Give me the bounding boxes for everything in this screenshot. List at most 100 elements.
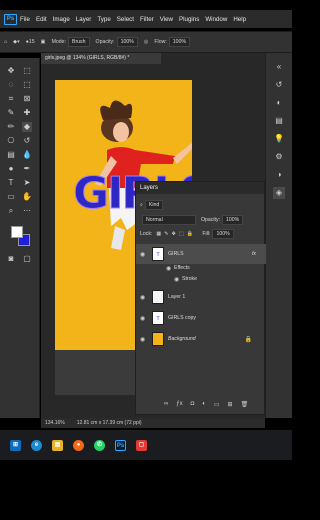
fill-input[interactable]: 100%: [212, 229, 234, 239]
filter-kind-select[interactable]: Kind: [144, 200, 164, 210]
stroke-effect-row[interactable]: ◉ Stroke: [136, 273, 266, 285]
menu-plugins[interactable]: Plugins: [179, 16, 199, 23]
edge-browser-icon[interactable]: e: [31, 439, 42, 451]
adjustment-layer-icon[interactable]: ◐: [202, 401, 206, 408]
zoom-tool-icon[interactable]: ⌕: [6, 206, 16, 216]
eraser-tool-icon[interactable]: ◆: [22, 122, 32, 132]
quick-mask-icon[interactable]: ◙: [6, 254, 16, 264]
fx-icon[interactable]: fx: [252, 251, 256, 257]
layer-row-girls[interactable]: ◉ T GIRLS fx: [136, 244, 266, 264]
crop-tool-icon[interactable]: ⌗: [6, 94, 16, 104]
libraries-panel-icon[interactable]: ▤: [273, 115, 285, 127]
flow-input[interactable]: 100%: [168, 37, 191, 47]
lock-icons[interactable]: ▦✎✥⬚🔒: [156, 231, 196, 237]
layers-footer: ∞ ƒx ◘ ◐ ▭ ⊞ 🗑: [164, 401, 248, 408]
layer-name[interactable]: GIRLS copy: [168, 315, 196, 321]
visibility-eye-icon[interactable]: ◉: [140, 251, 148, 258]
photoshop-logo-icon[interactable]: Ps: [4, 13, 17, 25]
move-tool-icon[interactable]: ✥: [6, 66, 16, 76]
history-panel-icon[interactable]: ↺: [273, 79, 285, 91]
lasso-tool-icon[interactable]: ◌: [6, 80, 16, 90]
whatsapp-icon[interactable]: ✆: [94, 439, 105, 451]
mode-select[interactable]: Brush: [67, 37, 90, 47]
color-panel-icon[interactable]: ◑: [273, 169, 285, 181]
menu-filter[interactable]: Filter: [140, 16, 154, 23]
visibility-eye-icon[interactable]: ◉: [140, 315, 148, 322]
photoshop-taskbar-icon[interactable]: Ps: [115, 439, 126, 451]
menu-view[interactable]: View: [160, 16, 173, 23]
collapse-panels-icon[interactable]: «: [273, 61, 285, 73]
rectangle-tool-icon[interactable]: ▭: [6, 192, 16, 202]
windows-start-icon[interactable]: ⊞: [10, 439, 21, 451]
marquee-tool-icon[interactable]: ⬚: [22, 66, 32, 76]
visibility-eye-icon[interactable]: ◉: [140, 336, 148, 343]
clone-stamp-tool-icon[interactable]: ⎔: [6, 136, 16, 146]
layer-name[interactable]: GIRLS: [168, 251, 184, 257]
menu-help[interactable]: Help: [233, 16, 246, 23]
layers-panel-icon[interactable]: ◈: [273, 187, 285, 199]
layer-row-girls-copy[interactable]: ◉ T GIRLS copy: [136, 308, 266, 328]
menu-bar: Ps File Edit Image Layer Type Select Fil…: [0, 10, 292, 28]
dodge-tool-icon[interactable]: ●: [6, 164, 16, 174]
hand-tool-icon[interactable]: ✋: [22, 192, 32, 202]
frame-tool-icon[interactable]: ⊠: [22, 94, 32, 104]
visibility-eye-icon[interactable]: ◉: [166, 265, 174, 272]
menu-window[interactable]: Window: [205, 16, 227, 23]
layers-panel-title[interactable]: Layers: [140, 185, 158, 191]
properties-panel-icon[interactable]: ⚙: [273, 151, 285, 163]
foreground-color-swatch[interactable]: [11, 226, 23, 238]
layer-thumb: [152, 332, 164, 346]
screen-mode-icon[interactable]: ▢: [22, 254, 32, 264]
gradient-tool-icon[interactable]: ▤: [6, 150, 16, 160]
document-tab[interactable]: girls.jpeg @ 134% (GIRLS, RGB/8#) *: [41, 53, 161, 64]
fill-label: Fill:: [202, 231, 211, 237]
menu-edit[interactable]: Edit: [36, 16, 47, 23]
group-icon[interactable]: ▭: [214, 401, 220, 408]
fx-icon[interactable]: ƒx: [176, 401, 182, 408]
right-dock: « ↺ ◐ ▤ 💡 ⚙ ◑ ◈: [265, 53, 292, 418]
brush-panel-icon[interactable]: ▣: [41, 39, 46, 45]
link-layers-icon[interactable]: ∞: [164, 401, 168, 408]
blur-tool-icon[interactable]: 💧: [22, 150, 32, 160]
add-mask-icon[interactable]: ◘: [191, 401, 195, 408]
eraser-tool-preset-icon[interactable]: ◆▾: [13, 39, 20, 45]
brush-size-picker[interactable]: ● 15: [26, 39, 35, 45]
menu-layer[interactable]: Layer: [76, 16, 91, 23]
pen-tool-icon[interactable]: ✒: [22, 164, 32, 174]
menu-select[interactable]: Select: [117, 16, 134, 23]
type-tool-icon[interactable]: T: [6, 178, 16, 188]
history-brush-tool-icon[interactable]: ↺: [22, 136, 32, 146]
visibility-eye-icon[interactable]: ◉: [140, 294, 148, 301]
layer-row-layer1[interactable]: ◉ Layer 1: [136, 287, 266, 307]
layer-row-background[interactable]: ◉ Background 🔒: [136, 329, 266, 349]
status-bar: 134.16% 12.81 cm x 17.39 cm (72 ppi): [41, 418, 265, 428]
healing-brush-tool-icon[interactable]: ✚: [22, 108, 32, 118]
opacity-input[interactable]: 100%: [116, 37, 138, 47]
firefox-icon[interactable]: ●: [73, 439, 84, 451]
adjustments-panel-icon[interactable]: ◐: [273, 97, 285, 109]
more-tools-icon[interactable]: ⋯: [22, 206, 32, 216]
blend-mode-select[interactable]: Normal: [142, 215, 196, 225]
layer-opacity-input[interactable]: 100%: [222, 215, 244, 225]
pressure-opacity-icon[interactable]: ◎: [144, 39, 149, 45]
tools-panel: ✥ ⬚ ◌ ⬚ ⌗ ⊠ ✎ ✚ ✏ ◆ ⎔ ↺ ▤ 💧 ● ✒ T ➤ ▭ ✋ …: [0, 58, 40, 418]
screen-recorder-icon[interactable]: ◻: [136, 439, 147, 451]
layer-name[interactable]: Layer 1: [168, 294, 185, 300]
search-icon: ⌕: [140, 201, 143, 208]
file-explorer-icon[interactable]: ▤: [52, 439, 63, 451]
zoom-level[interactable]: 134.16%: [45, 420, 65, 426]
home-icon[interactable]: ⌂: [4, 39, 7, 45]
new-layer-icon[interactable]: ⊞: [228, 401, 233, 408]
eyedropper-tool-icon[interactable]: ✎: [6, 108, 16, 118]
menu-image[interactable]: Image: [53, 16, 70, 23]
brush-tool-icon[interactable]: ✏: [6, 122, 16, 132]
learn-panel-icon[interactable]: 💡: [273, 133, 285, 145]
object-select-tool-icon[interactable]: ⬚: [22, 80, 32, 90]
trash-icon[interactable]: 🗑: [241, 401, 249, 408]
layer-thumb: [152, 290, 164, 304]
layer-name[interactable]: Background: [168, 336, 196, 342]
menu-file[interactable]: File: [20, 16, 30, 23]
menu-type[interactable]: Type: [97, 16, 110, 23]
path-selection-tool-icon[interactable]: ➤: [22, 178, 32, 188]
visibility-eye-icon[interactable]: ◉: [174, 276, 182, 283]
